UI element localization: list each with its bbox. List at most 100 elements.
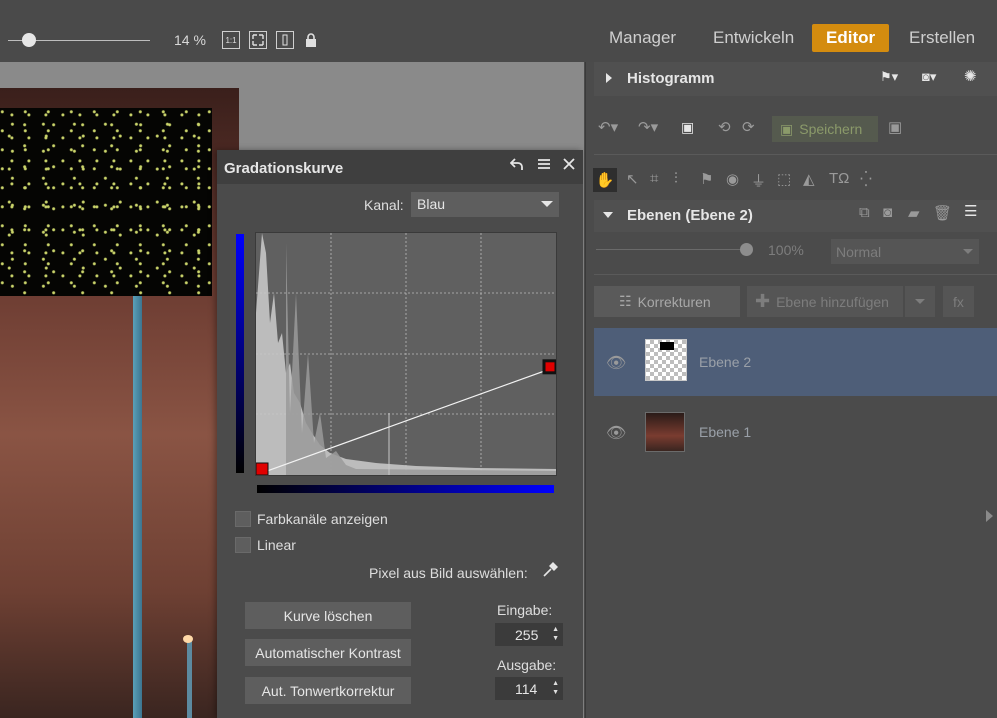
- effects-tool-icon[interactable]: ⁛: [860, 170, 872, 188]
- eyedropper-icon[interactable]: [541, 561, 559, 584]
- layer-name: Ebene 1: [699, 424, 752, 440]
- hand-tool-icon[interactable]: ✋: [593, 168, 617, 192]
- image-icon[interactable]: ▣: [681, 119, 694, 136]
- auto-levels-button[interactable]: Aut. Tonwertkorrektur: [245, 677, 411, 704]
- channel-value: Blau: [417, 196, 446, 212]
- curve-dialog: Gradationskurve Kanal: Blau Farbkanäle a…: [217, 150, 583, 718]
- output-value: 114: [515, 680, 538, 697]
- save-as-icon[interactable]: ▣: [888, 118, 902, 136]
- collapse-arrow-icon[interactable]: [603, 212, 613, 218]
- redo-history-icon[interactable]: ↷▾: [638, 118, 658, 136]
- text-tool-icon[interactable]: TΩ: [829, 170, 849, 187]
- photo-lamp-light: [183, 635, 193, 643]
- tab-erstellen[interactable]: Erstellen: [909, 28, 975, 48]
- crop-tool-icon[interactable]: ⌗: [650, 170, 658, 187]
- straighten-tool-icon[interactable]: ⫶: [674, 170, 678, 187]
- delete-layer-icon[interactable]: 🗑: [933, 204, 952, 222]
- stamp-tool-icon[interactable]: ⏚: [751, 170, 766, 191]
- fill-tool-icon[interactable]: ◭: [803, 170, 815, 188]
- zoom-value: 14 %: [174, 32, 206, 48]
- show-channels-label: Farbkanäle anzeigen: [257, 511, 388, 527]
- blend-mode-select[interactable]: Normal: [831, 239, 979, 264]
- input-value-field[interactable]: 255 ▲ ▼: [495, 623, 563, 646]
- blend-mode-value: Normal: [836, 244, 882, 260]
- tab-manager[interactable]: Manager: [609, 28, 676, 48]
- layer-thumbnail: [645, 339, 687, 381]
- fx-button[interactable]: fx: [943, 286, 974, 317]
- top-toolbar: 14 % 1:1 Manager Entwickeln Editor Erste…: [0, 0, 997, 62]
- stepper-arrows-icon[interactable]: ▲ ▼: [552, 625, 559, 643]
- auto-contrast-button[interactable]: Automatischer Kontrast: [245, 639, 411, 666]
- panel-expand-arrow-icon[interactable]: [986, 510, 993, 522]
- output-gradient-bar: [236, 234, 244, 473]
- fit-screen-icon[interactable]: [249, 31, 267, 49]
- eye-icon[interactable]: 👁: [606, 353, 626, 373]
- corrections-icon: ☷: [619, 293, 632, 309]
- output-value-field[interactable]: 114 ▲ ▼: [495, 677, 563, 700]
- lock-icon[interactable]: [302, 31, 320, 49]
- save-button[interactable]: ▣ Speichern: [772, 116, 878, 142]
- corrections-label: Korrekturen: [637, 293, 711, 310]
- add-layer-label: Ebene hinzufügen: [776, 293, 889, 310]
- close-icon[interactable]: [563, 156, 575, 176]
- undo-history-icon[interactable]: ↶▾: [598, 118, 618, 136]
- save-icon: ▣: [780, 120, 794, 137]
- fit-width-icon[interactable]: [276, 31, 294, 49]
- layer-thumbnail: [645, 412, 685, 452]
- photo-lamp-post: [133, 296, 142, 718]
- curve-control-point[interactable]: [542, 359, 556, 375]
- chevron-down-icon: [963, 249, 973, 254]
- selection-tool-icon[interactable]: ⬚: [777, 170, 791, 188]
- eye-icon[interactable]: 👁: [606, 423, 626, 443]
- linear-checkbox[interactable]: [235, 537, 251, 553]
- redeye-tool-icon[interactable]: ◉: [726, 170, 739, 188]
- curve-control-point[interactable]: [256, 462, 269, 475]
- save-label: Speichern: [799, 121, 863, 137]
- tab-entwickeln[interactable]: Entwickeln: [713, 28, 794, 48]
- rotate-left-icon[interactable]: ⟲: [718, 118, 731, 136]
- show-channels-checkbox[interactable]: [235, 511, 251, 527]
- corrections-button[interactable]: ☷ Korrekturen: [594, 286, 740, 317]
- clear-curve-button[interactable]: Kurve löschen: [245, 602, 411, 629]
- settings-icon[interactable]: ✺: [964, 67, 977, 85]
- folder-icon[interactable]: ▰: [908, 204, 920, 222]
- photo-layer-2: [0, 108, 212, 296]
- select-tool-icon[interactable]: ↖: [626, 170, 639, 188]
- opacity-value: 100%: [768, 242, 804, 258]
- fit-1-1-icon[interactable]: 1:1: [222, 31, 240, 49]
- rotate-right-icon[interactable]: ⟳: [742, 118, 755, 136]
- right-panel: Histogramm ⚑▾ ◙▾ ✺ ↶▾ ↷▾ ▣ ⟲ ⟳ ▣ Speiche…: [585, 62, 997, 718]
- layers-title: Ebenen (Ebene 2): [627, 207, 753, 224]
- channel-select[interactable]: Blau: [411, 192, 559, 217]
- menu-icon[interactable]: [537, 156, 551, 176]
- chevron-down-icon: [915, 299, 925, 304]
- layers-menu-icon[interactable]: ☰: [964, 202, 977, 220]
- duplicate-layer-icon[interactable]: ⧉: [859, 204, 870, 221]
- divider: [594, 154, 997, 155]
- brush-tool-icon[interactable]: ⚑: [700, 170, 713, 188]
- pick-pixel-label: Pixel aus Bild auswählen:: [369, 565, 528, 581]
- dialog-title: Gradationskurve: [224, 160, 344, 177]
- flag-icon[interactable]: ⚑▾: [880, 69, 898, 85]
- tab-editor[interactable]: Editor: [812, 24, 890, 52]
- channel-label: Kanal:: [364, 197, 404, 213]
- add-layer-dropdown[interactable]: [905, 286, 935, 317]
- mask-layer-icon[interactable]: ◙: [883, 204, 892, 221]
- layer-row-ebene-1[interactable]: 👁 Ebene 1: [594, 398, 997, 466]
- curve-graph[interactable]: [255, 232, 557, 476]
- layer-name: Ebene 2: [699, 354, 752, 370]
- expand-arrow-icon[interactable]: [606, 73, 612, 83]
- opacity-slider-track[interactable]: [596, 249, 748, 250]
- stepper-arrows-icon[interactable]: ▲ ▼: [552, 679, 559, 697]
- mask-icon[interactable]: ◙▾: [922, 69, 936, 85]
- add-layer-button[interactable]: ✚ Ebene hinzufügen: [747, 286, 903, 317]
- opacity-slider-handle[interactable]: [740, 243, 753, 256]
- zoom-slider-handle[interactable]: [22, 33, 36, 47]
- input-gradient-bar: [257, 485, 554, 493]
- linear-label: Linear: [257, 537, 296, 553]
- plus-icon: ✚: [755, 291, 771, 311]
- undo-icon[interactable]: [509, 156, 524, 177]
- layer-row-ebene-2[interactable]: 👁 Ebene 2: [594, 328, 997, 396]
- input-label: Eingabe:: [497, 602, 553, 618]
- histogram-title: Histogramm: [627, 70, 715, 87]
